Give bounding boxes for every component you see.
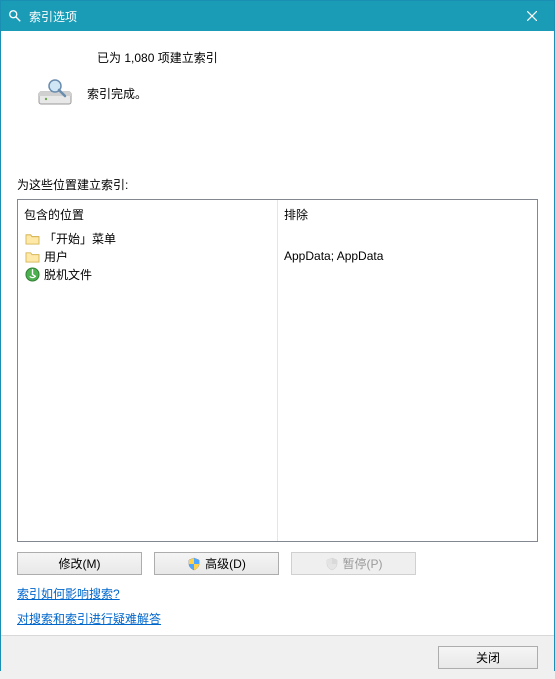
excluded-header: 排除 — [284, 204, 531, 229]
close-button[interactable] — [509, 1, 554, 31]
list-item-label: 「开始」菜单 — [44, 230, 116, 247]
locations-box: 包含的位置 「开始」菜单 — [17, 199, 538, 542]
advanced-button[interactable]: 高级(D) — [154, 552, 279, 575]
pause-button: 暂停(P) — [291, 552, 416, 575]
shield-icon — [325, 557, 339, 571]
list-item[interactable]: 脱机文件 — [24, 265, 271, 283]
folder-icon — [24, 248, 40, 264]
list-item[interactable]: 「开始」菜单 — [24, 229, 271, 247]
list-item-label: 用户 — [44, 248, 68, 265]
list-item[interactable]: 用户 — [24, 247, 271, 265]
list-item-label: 脱机文件 — [44, 266, 92, 283]
app-icon — [7, 8, 23, 24]
folder-icon — [24, 230, 40, 246]
help-link-search-impact[interactable]: 索引如何影响搜索? — [17, 585, 120, 602]
shield-icon — [187, 557, 201, 571]
index-completion-text: 索引完成。 — [87, 85, 147, 102]
offline-files-icon — [24, 266, 40, 282]
help-link-troubleshoot[interactable]: 对搜索和索引进行疑难解答 — [17, 610, 161, 627]
close-window-button[interactable]: 关闭 — [438, 646, 538, 669]
index-count-text: 已为 1,080 项建立索引 — [97, 49, 218, 66]
locations-label: 为这些位置建立索引: — [17, 176, 538, 193]
modify-button[interactable]: 修改(M) — [17, 552, 142, 575]
exclude-item: AppData; AppData — [284, 247, 531, 265]
included-header: 包含的位置 — [24, 204, 271, 229]
advanced-button-label: 高级(D) — [205, 555, 246, 572]
window-title: 索引选项 — [29, 8, 509, 25]
drive-search-icon — [37, 78, 75, 108]
pause-button-label: 暂停(P) — [343, 555, 383, 572]
titlebar: 索引选项 — [1, 1, 554, 31]
